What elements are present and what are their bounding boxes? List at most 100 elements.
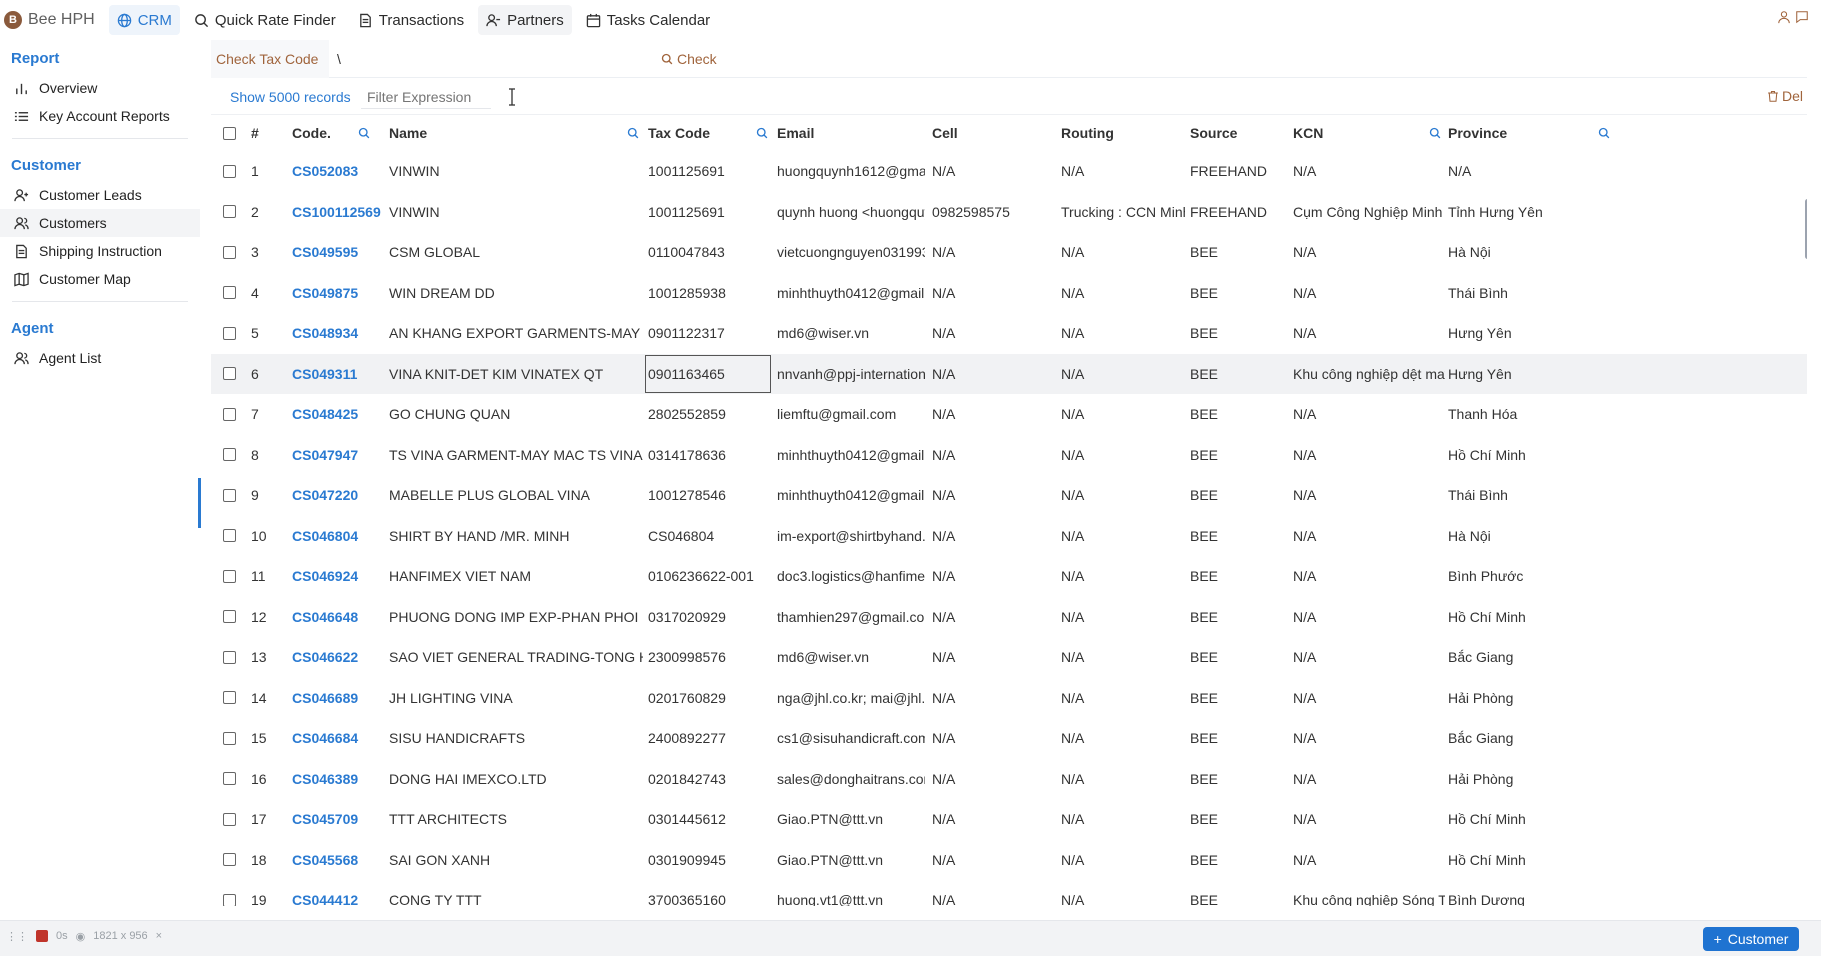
search-icon[interactable] <box>1598 127 1610 139</box>
check-button[interactable]: Check <box>661 51 717 67</box>
table-row[interactable]: 7 CS048425 GO CHUNG QUAN 2802552859 liemftu@… <box>211 394 1807 434</box>
cell-code[interactable]: CS049875 <box>288 273 385 313</box>
table-row[interactable]: 4 CS049875 WIN DREAM DD 1001285938 minhthuyt… <box>211 273 1807 313</box>
vertical-scrollbar[interactable] <box>1805 199 1807 259</box>
row-checkbox[interactable] <box>223 812 236 826</box>
delete-button[interactable]: Del <box>1767 88 1803 104</box>
row-checkbox[interactable] <box>223 245 236 259</box>
col-header-source[interactable]: Source <box>1186 115 1288 151</box>
cell-code[interactable]: CS049595 <box>288 232 385 272</box>
col-header-email[interactable]: Email <box>773 115 925 151</box>
cell-code[interactable]: CS046389 <box>288 759 385 799</box>
table-row[interactable]: 9 CS047220 MABELLE PLUS GLOBAL VINA 1001278… <box>211 475 1807 515</box>
col-header-name[interactable]: Name <box>385 115 643 151</box>
table-row[interactable]: 17 CS045709 TTT ARCHITECTS 0301445612 Giao.P… <box>211 799 1807 839</box>
nav-transactions[interactable]: Transactions <box>350 5 472 35</box>
row-checkbox[interactable] <box>223 772 236 785</box>
row-checkbox[interactable] <box>223 448 236 461</box>
sidebar-item-overview[interactable]: Overview <box>0 74 200 102</box>
row-checkbox[interactable] <box>223 286 236 299</box>
sidebar-item-agent-list[interactable]: Agent List <box>0 344 200 372</box>
table-row[interactable]: 18 CS045568 SAI GON XANH 0301909945 Giao.PTN… <box>211 840 1807 880</box>
search-icon[interactable] <box>756 127 768 139</box>
cell-code[interactable]: CS045709 <box>288 799 385 839</box>
show-records-link[interactable]: Show 5000 records <box>211 89 361 105</box>
row-checkbox[interactable] <box>223 164 236 178</box>
search-icon[interactable] <box>358 127 370 139</box>
row-checkbox[interactable] <box>223 691 236 704</box>
table-row[interactable]: 5 CS048934AN KHANG EXPORT GARMENTS-MAY AN… <box>211 313 1807 353</box>
sidebar-item-customers[interactable]: Customers <box>0 209 200 237</box>
table-row[interactable]: 2 CS100112569 VINWIN 1001125691 quynh huong … <box>211 192 1807 232</box>
sidebar-item-shipping-instruction[interactable]: Shipping Instruction <box>0 237 200 265</box>
brand[interactable]: B Bee HPH <box>4 11 95 29</box>
row-checkbox[interactable] <box>223 569 236 583</box>
col-header-code[interactable]: Code. <box>288 115 374 151</box>
cell-code[interactable]: CS100112569 <box>288 192 385 232</box>
col-header-cell[interactable]: Cell <box>928 115 1056 151</box>
row-checkbox[interactable] <box>223 731 236 745</box>
cell-code[interactable]: CS048934 <box>288 313 385 353</box>
table-row[interactable]: 14 CS046689 JH LIGHTING VINA 0201760829 nga@… <box>211 678 1807 718</box>
table-row[interactable]: 1 CS052083 VINWIN 1001125691 huongquynh1612@… <box>211 151 1807 191</box>
row-checkbox[interactable] <box>223 610 236 623</box>
row-checkbox[interactable] <box>223 367 236 380</box>
account-icon[interactable] <box>1777 10 1791 24</box>
nav-quick-rate-finder[interactable]: Quick Rate Finder <box>186 5 344 35</box>
row-checkbox[interactable] <box>223 529 236 542</box>
table-row[interactable]: 11 CS046924 HANFIMEX VIET NAM 0106236622-00… <box>211 556 1807 596</box>
row-checkbox[interactable] <box>223 650 236 664</box>
col-header-kcn[interactable]: KCN <box>1289 115 1445 151</box>
nav-tasks-calendar[interactable]: Tasks Calendar <box>578 5 718 35</box>
row-checkbox[interactable] <box>223 893 236 906</box>
table-row[interactable]: 8 CS047947 TS VINA GARMENT-MAY MAC TS VINA… <box>211 435 1807 475</box>
cell-code[interactable]: CS047947 <box>288 435 385 475</box>
table-row[interactable]: 19 CS044412 CONG TY TTT 3700365160 huong.vt1… <box>211 880 1807 906</box>
drag-handle-icon[interactable]: ⋮⋮ <box>6 930 28 943</box>
sidebar-item-key-account-reports[interactable]: Key Account Reports <box>0 102 200 130</box>
cell-code[interactable]: CS044412 <box>288 880 385 906</box>
stop-record-icon[interactable] <box>36 930 48 942</box>
table-row[interactable]: 3 CS049595 CSM GLOBAL 0110047843 vietcuongng… <box>211 232 1807 272</box>
cell-code[interactable]: CS046648 <box>288 597 385 637</box>
row-checkbox[interactable] <box>223 853 236 866</box>
nav-partners[interactable]: Partners <box>478 5 572 35</box>
row-checkbox[interactable] <box>223 326 236 340</box>
tax-code-input[interactable] <box>329 43 649 74</box>
select-all-checkbox[interactable] <box>223 126 236 140</box>
search-icon[interactable] <box>1429 127 1441 139</box>
table-row[interactable]: 16 CS046389 DONG HAI IMEXCO.LTD 0201842743 s… <box>211 759 1807 799</box>
col-header-index[interactable]: # <box>247 115 275 151</box>
cell-code[interactable]: CS046689 <box>288 678 385 718</box>
cell-code[interactable]: CS048425 <box>288 394 385 434</box>
cell-code[interactable]: CS046924 <box>288 556 385 596</box>
cell-code[interactable]: CS045568 <box>288 840 385 880</box>
col-header-routing[interactable]: Routing <box>1057 115 1185 151</box>
search-icon[interactable] <box>627 127 639 139</box>
filter-expression-input[interactable] <box>361 85 491 109</box>
col-header-province[interactable]: Province <box>1444 115 1614 151</box>
row-checkbox[interactable] <box>223 205 236 218</box>
sidebar-resize-handle[interactable] <box>198 478 201 528</box>
chat-icon[interactable] <box>1795 10 1809 24</box>
sidebar-item-customer-map[interactable]: Customer Map <box>0 265 200 293</box>
add-customer-button[interactable]: + Customer <box>1703 927 1799 951</box>
cell-code[interactable]: CS052083 <box>288 151 385 191</box>
table-row[interactable]: 15 CS046684 SISU HANDICRAFTS 2400892277 cs1@… <box>211 718 1807 758</box>
nav-crm[interactable]: CRM <box>108 5 180 35</box>
table-row[interactable]: 6 CS049311 VINA KNIT-DET KIM VINATEX QT 090… <box>211 353 1807 394</box>
cell-code[interactable]: CS049311 <box>288 354 385 394</box>
cell-code[interactable]: CS046804 <box>288 516 385 556</box>
table-row[interactable]: 12 CS046648 PHUONG DONG IMP EXP-PHAN PHOI … <box>211 597 1807 637</box>
col-header-tax-code[interactable]: Tax Code <box>644 115 772 151</box>
table-row[interactable]: 13 CS046622 SAO VIET GENERAL TRADING-TONG … <box>211 637 1807 677</box>
cell-code[interactable]: CS046684 <box>288 718 385 758</box>
row-checkbox[interactable] <box>223 407 236 421</box>
row-checkbox[interactable] <box>223 488 236 502</box>
sidebar-item-customer-leads[interactable]: Customer Leads <box>0 181 200 209</box>
cell-code[interactable]: CS046622 <box>288 637 385 677</box>
table-row[interactable]: 10 CS046804 SHIRT BY HAND /MR. MINH CS04680… <box>211 516 1807 556</box>
camera-icon[interactable]: ◉ <box>76 930 86 943</box>
cell-code[interactable]: CS047220 <box>288 475 385 515</box>
close-icon[interactable]: × <box>156 930 162 942</box>
